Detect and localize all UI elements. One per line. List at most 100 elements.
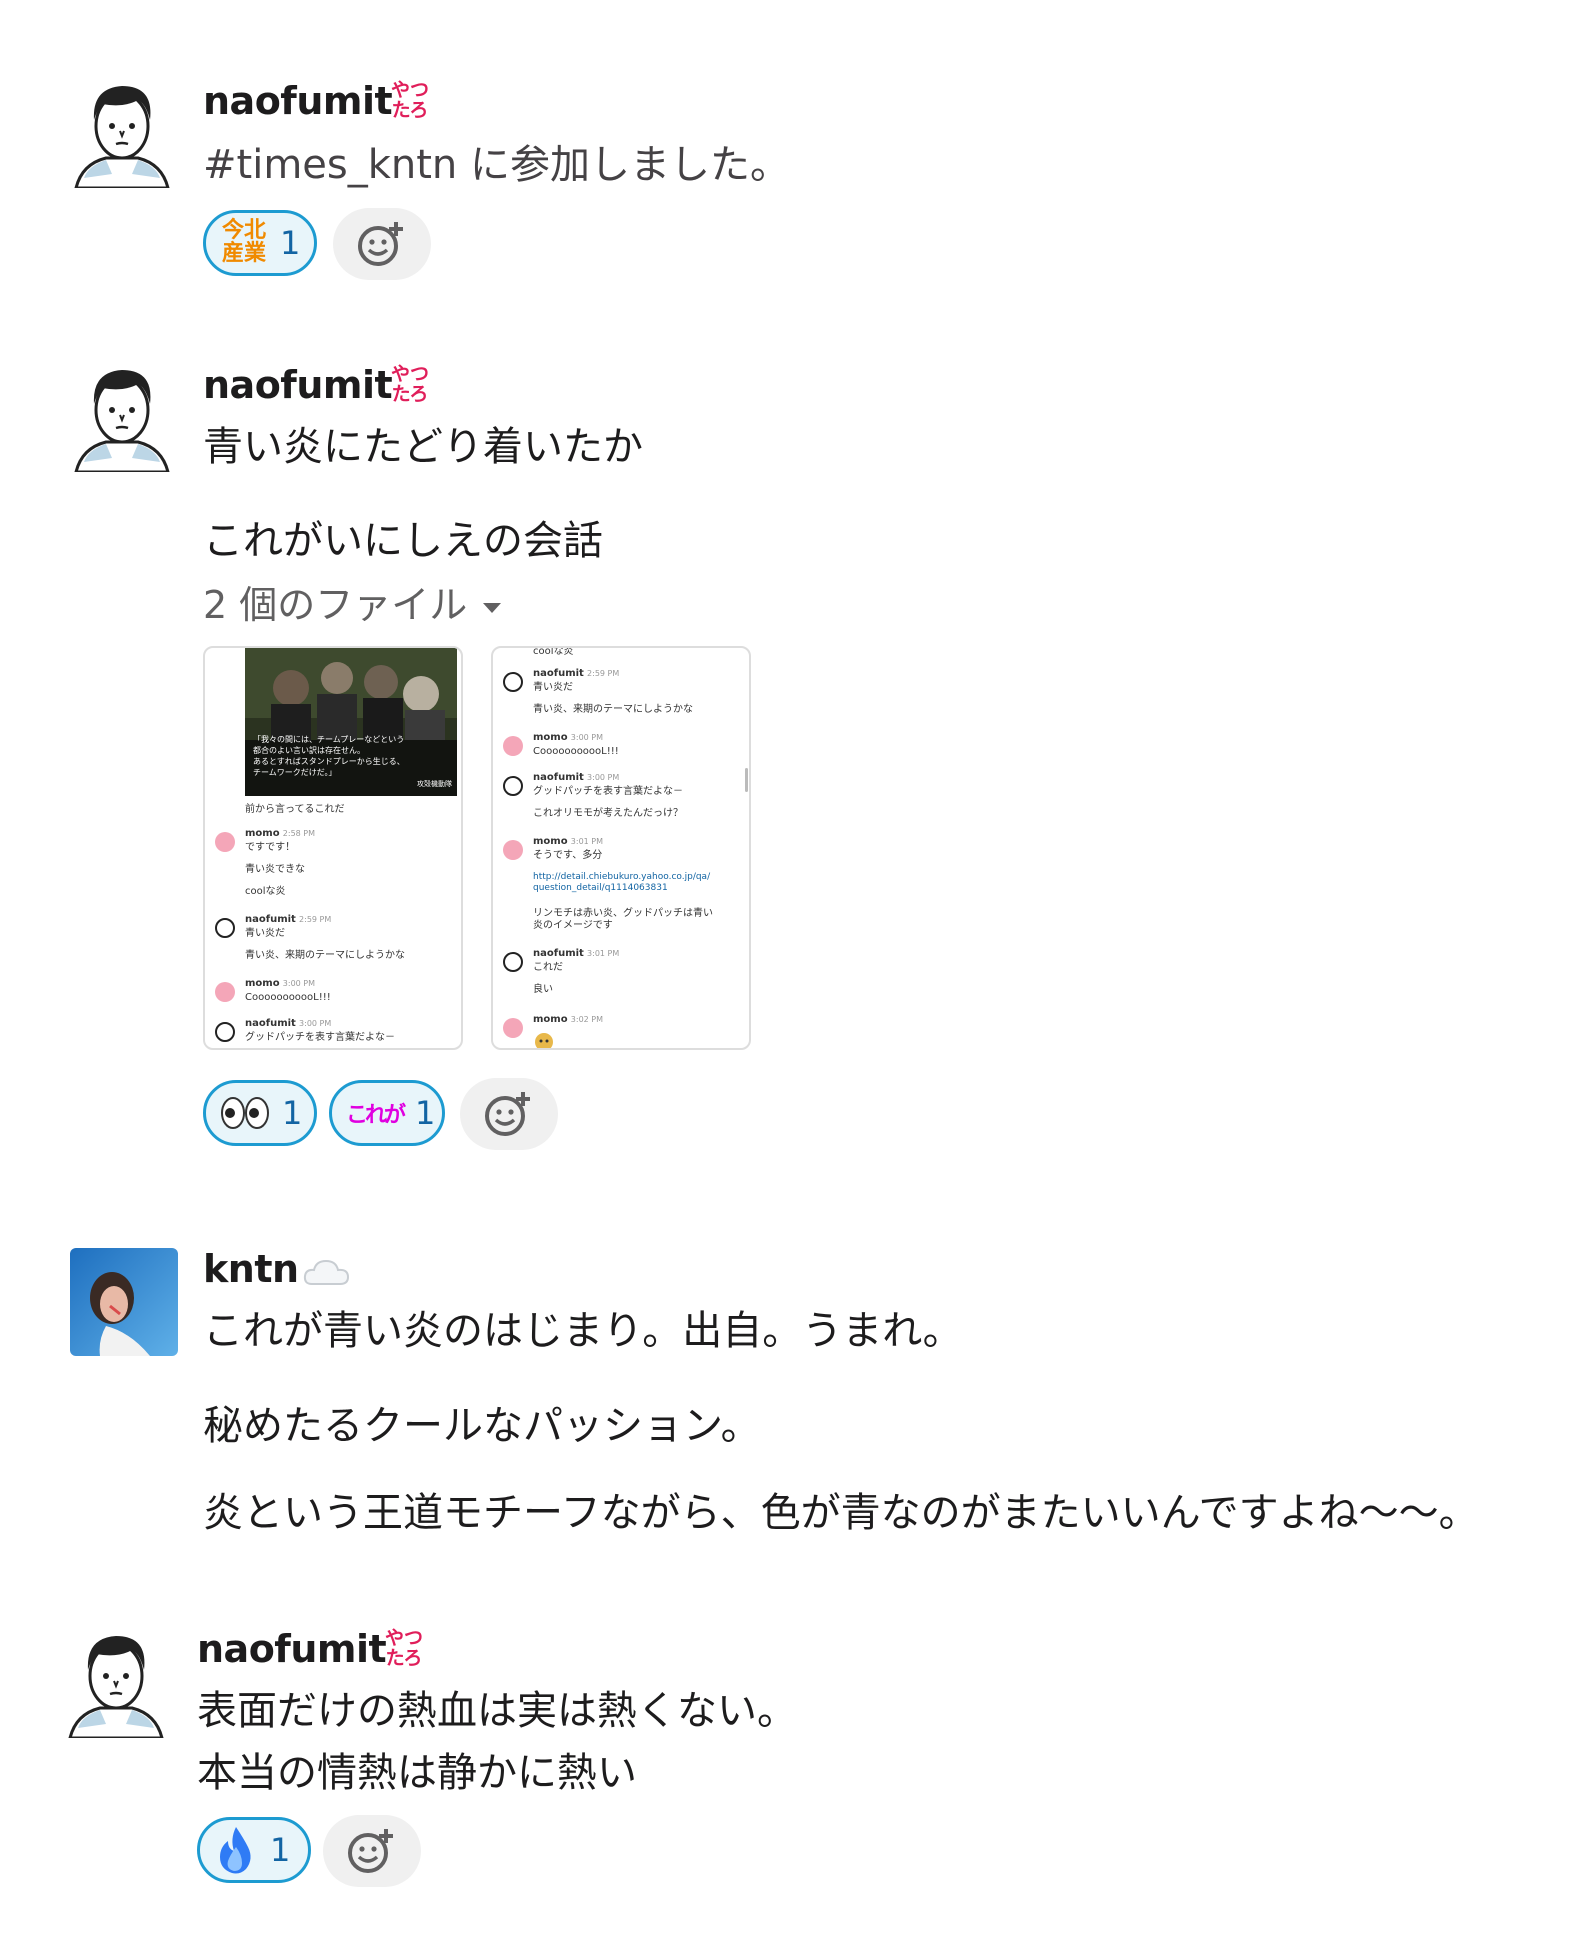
mini-line: 青い炎、来期のテーマにしようかな [245, 950, 405, 961]
mini-user: naofumit [533, 772, 584, 783]
momo-avatar [503, 736, 523, 756]
user-name[interactable]: kntn [203, 1246, 299, 1292]
mini-user: naofumit [533, 948, 584, 959]
user-photo [70, 1248, 178, 1356]
mini-line: 青い炎だ [245, 928, 285, 939]
mini-line: グッドパッチを表す言葉だよな－ [245, 1032, 395, 1043]
mini-line: ですです！ [245, 842, 296, 853]
mini-user: naofumit [533, 668, 584, 679]
reaction-konhoku-sangyo[interactable]: 今北 産業 1 [203, 210, 317, 276]
mini-line: リンモチは赤い炎、グッドパッチは青い [533, 908, 713, 919]
mini-time: 3:00 PM [570, 733, 604, 742]
mini-time: 3:00 PM [299, 1019, 332, 1028]
mini-line: これオリモモが考えたんだっけ？ [533, 808, 683, 819]
naofumit-avatar [503, 672, 523, 692]
add-reaction-button[interactable] [323, 1815, 421, 1887]
mini-time: 3:00 PM [282, 979, 316, 988]
message-text: 青い炎にたどり着いたか [203, 424, 643, 470]
mini-user: momo [245, 978, 280, 989]
message-text: 炎という王道モチーフながら、色が青なのがまたいいんですよね〜〜。 [203, 1490, 1479, 1536]
reaction-blue-fire[interactable]: 1 [197, 1817, 311, 1883]
blue-fire-icon [220, 1827, 251, 1874]
add-emoji-icon [358, 222, 403, 266]
mini-line: coolな炎 [533, 646, 574, 657]
mini-link[interactable]: http://detail.chiebukuro.yahoo.co.jp/qa/… [533, 872, 710, 894]
mini-user: naofumit [245, 1018, 296, 1029]
files-toggle-label: 2 個のファイル [203, 583, 468, 627]
mini-time: 2:59 PM [587, 669, 620, 678]
mini-time: 3:01 PM [570, 837, 604, 846]
korega-emoji: これが [346, 1103, 406, 1128]
files-toggle[interactable]: 2 個のファイル [203, 582, 502, 628]
avatar[interactable] [66, 1628, 166, 1740]
avatar[interactable] [72, 362, 172, 474]
scrollbar[interactable] [745, 768, 748, 792]
image-caption: 「我々の間には、チームプレーなどという 都合のよい言い訳は存在せん。 あるとすれ… [253, 735, 405, 777]
mini-user: momo [533, 732, 568, 743]
mini-time: 2:59 PM [299, 915, 332, 924]
mini-line: CooooooooooL!!! [533, 746, 619, 757]
add-reaction-button[interactable] [333, 208, 431, 280]
mini-user: naofumit [245, 914, 296, 925]
pre-line: 前から言ってるこれだ [245, 804, 345, 815]
mini-time: 3:02 PM [570, 1015, 604, 1024]
mini-user: momo [533, 836, 568, 847]
mini-time: 3:00 PM [587, 773, 620, 782]
momo-avatar [503, 1018, 523, 1038]
add-emoji-icon [485, 1092, 530, 1136]
momo-avatar [503, 840, 523, 860]
image-credit: 攻殻機動隊 [417, 780, 452, 788]
user-face-icon [74, 86, 170, 190]
mini-line: これだ [533, 962, 563, 973]
eyes-icon [221, 1097, 269, 1129]
message-text: 秘めたるクールなパッション。 [203, 1403, 761, 1449]
message-text: #times_kntn に参加しました。 [203, 142, 790, 188]
reaction-count: 1 [280, 224, 301, 262]
reaction-korega[interactable]: これが 1 [329, 1080, 445, 1146]
mini-time: 3:01 PM [587, 949, 620, 958]
file-thumbnail[interactable]: 「我々の間には、チームプレーなどという 都合のよい言い訳は存在せん。 あるとすれ… [203, 646, 463, 1050]
naofumit-avatar [215, 1022, 235, 1042]
user-face-icon [74, 370, 170, 474]
mini-user: momo [245, 828, 280, 839]
status-emoji-line: たろ [385, 1647, 423, 1669]
user-name[interactable]: naofumit [203, 362, 393, 408]
mini-line: 青い炎できな [245, 864, 305, 875]
mini-line: グッドパッチを表す言葉だよな－ [533, 786, 683, 797]
reaction-count: 1 [282, 1094, 303, 1132]
momo-avatar [215, 982, 235, 1002]
mini-line: そうです、多分 [533, 850, 603, 861]
user-name[interactable]: naofumit [203, 78, 393, 124]
user-face-icon [68, 1636, 164, 1740]
avatar[interactable] [72, 78, 172, 190]
emoji-icon [535, 1033, 553, 1048]
mini-line: 炎のイメージです [533, 920, 613, 931]
mini-line: 青い炎、来期のテーマにしようかな [533, 704, 693, 715]
reaction-count: 1 [415, 1094, 436, 1132]
cloud-icon [303, 1259, 350, 1285]
message-text: 本当の情熱は静かに熱い [197, 1750, 637, 1796]
file-thumbnail[interactable]: coolな炎 naofumit 2:59 PM 青い炎だ 青い炎、来期のテーマに… [491, 646, 751, 1050]
mini-line: 良い [533, 984, 553, 995]
user-name[interactable]: naofumit [197, 1626, 387, 1672]
status-emoji: やつ たろ [376, 1628, 432, 1668]
message-text: これが青い炎のはじまり。出自。うまれ。 [203, 1308, 963, 1354]
status-emoji: やつ たろ [382, 80, 438, 120]
message-text: 表面だけの熱血は実は熱くない。 [197, 1688, 797, 1734]
naofumit-avatar [215, 918, 235, 938]
message-text: これがいにしえの会話 [203, 518, 603, 564]
mini-line: CooooooooooL!!! [245, 992, 331, 1003]
avatar[interactable] [70, 1248, 178, 1356]
mini-line: 青い炎だ [533, 682, 573, 693]
add-reaction-button[interactable] [460, 1078, 558, 1150]
mini-user: momo [533, 1014, 568, 1025]
naofumit-avatar [503, 952, 523, 972]
status-emoji: やつ たろ [382, 364, 438, 404]
reaction-eyes[interactable]: 1 [203, 1080, 317, 1146]
mini-line: coolな炎 [245, 886, 286, 897]
status-emoji-line: やつ [390, 363, 429, 385]
naofumit-avatar [503, 776, 523, 796]
status-emoji-line: やつ [384, 1627, 423, 1649]
konhoku-sangyo-emoji: 今北 産業 [221, 218, 266, 266]
status-emoji-line: たろ [391, 383, 429, 405]
